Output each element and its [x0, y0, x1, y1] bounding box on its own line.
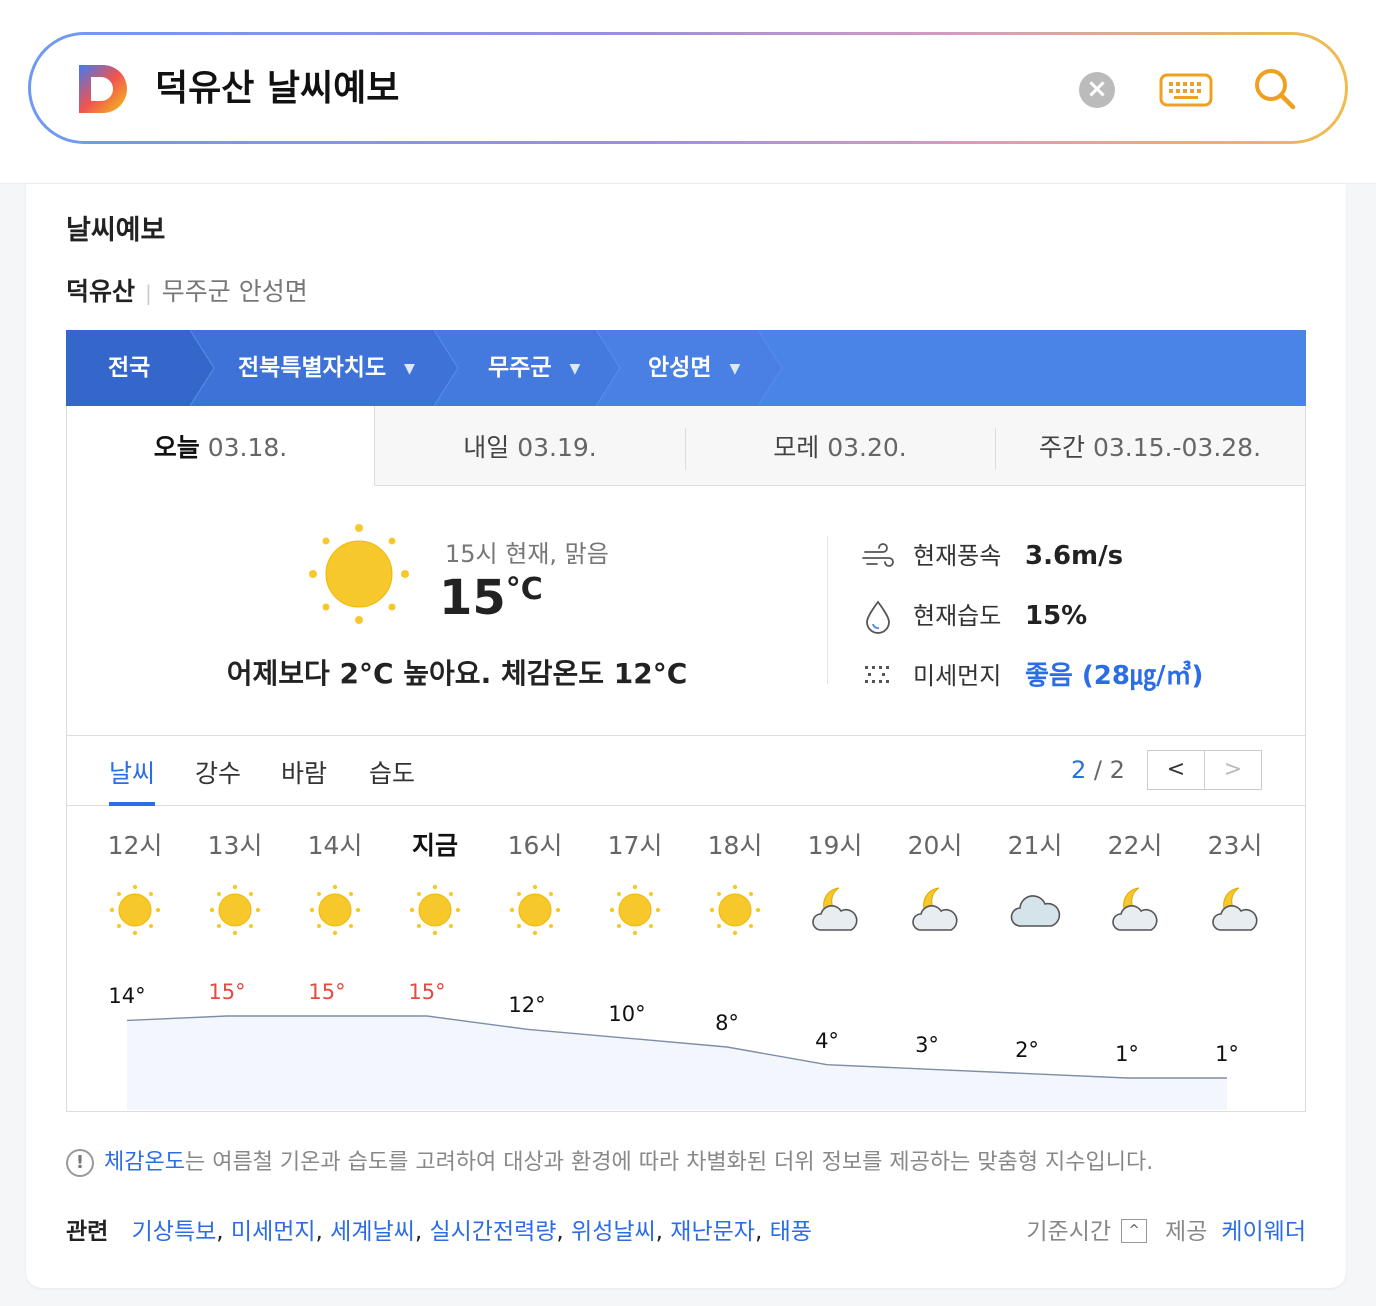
region-nation[interactable]: 전국: [108, 330, 150, 406]
region-town-label: 안성면: [648, 355, 712, 381]
related-link[interactable]: 기상특보: [132, 1219, 217, 1245]
region-county[interactable]: 무주군 ▼: [488, 330, 580, 406]
related-link[interactable]: 실시간전력량: [429, 1219, 556, 1245]
humidity-label: 현재습도: [913, 602, 1002, 630]
search-header: 덕유산 날씨예보 ×: [0, 0, 1376, 184]
related-links: 관련 기상특보, 미세먼지, 세계날씨, 실시간전력량, 위성날씨, 재난문자,…: [66, 1212, 812, 1246]
related-link[interactable]: 미세먼지: [231, 1219, 316, 1245]
search-box: 덕유산 날씨예보 ×: [28, 32, 1348, 144]
region-nation-label: 전국: [108, 355, 151, 381]
location: 덕유산 | 무주군 안성면: [66, 276, 308, 309]
info-note: ! 체감온도는 여름철 기온과 습도를 고려하여 대상과 환경에 따라 차별화된 …: [66, 1144, 1153, 1177]
tab-today-date: 03.18.: [207, 433, 288, 462]
tab-tomorrow-label: 내일: [463, 433, 510, 462]
hourly-forecast: 날씨 강수 바람 습도 2 / 2 < > 12시 13시 14시 지금 16시 17시 1…: [66, 736, 1306, 1112]
temperature-label: 15°: [308, 980, 346, 1004]
tab-today-label: 오늘: [153, 433, 200, 462]
dust-value[interactable]: 좋음 (28㎍/㎥): [1025, 656, 1203, 696]
region-breadcrumb: 전국 전북특별자치도 ▼ 무주군 ▼ 안성면 ▼: [66, 330, 1306, 406]
chevron-down-icon: ▼: [729, 360, 741, 377]
wind-value: 3.6m/s: [1025, 541, 1124, 571]
related-link[interactable]: 위성날씨: [571, 1219, 656, 1245]
chevron-up-icon[interactable]: ^: [1121, 1218, 1148, 1243]
tab-day-after[interactable]: 모레 03.20.: [685, 406, 995, 486]
temperature-label: 1°: [1215, 1042, 1239, 1066]
link-separator: ,: [315, 1219, 331, 1245]
related-link[interactable]: 태풍: [770, 1219, 812, 1245]
temperature-label: 4°: [815, 1028, 839, 1053]
location-separator: |: [145, 281, 152, 305]
region-county-label: 무주군: [488, 355, 552, 381]
current-temp-unit: °C: [505, 572, 543, 607]
link-separator: ,: [556, 1219, 572, 1245]
wind-label: 현재풍속: [913, 542, 1002, 570]
tab-weekly[interactable]: 주간 03.15.-03.28.: [995, 406, 1305, 486]
temperature-label: 15°: [408, 980, 446, 1004]
temperature-label: 1°: [1115, 1042, 1139, 1066]
temperature-label: 14°: [108, 984, 146, 1009]
info-icon: !: [66, 1149, 94, 1177]
link-separator: ,: [754, 1219, 770, 1245]
current-temp: 15°C: [439, 570, 543, 626]
provider-label: 제공: [1165, 1219, 1208, 1245]
link-separator: ,: [414, 1219, 430, 1245]
dust-icon: [865, 666, 889, 683]
basis-time-label: 기준시간: [1026, 1219, 1112, 1245]
link-separator: ,: [655, 1219, 671, 1245]
tab-weekly-label: 주간: [1038, 433, 1085, 462]
clear-icon[interactable]: ×: [1079, 72, 1115, 108]
region-province[interactable]: 전북특별자치도 ▼: [238, 330, 415, 406]
temperature-label: 3°: [915, 1033, 939, 1058]
related-link[interactable]: 재난문자: [670, 1219, 755, 1245]
droplet-icon: [866, 600, 890, 634]
current-temp-value: 15: [439, 570, 506, 626]
wind-icon: [862, 543, 894, 567]
daum-logo-icon[interactable]: [77, 63, 129, 115]
tab-today[interactable]: 오늘 03.18.: [67, 406, 375, 486]
chevron-down-icon: ▼: [404, 360, 415, 377]
divider: [827, 536, 828, 684]
tab-tomorrow-date: 03.19.: [517, 433, 597, 462]
humidity-value: 15%: [1025, 601, 1088, 631]
location-main: 덕유산: [66, 277, 136, 306]
sun-icon: [309, 524, 409, 624]
temperature-label: 10°: [608, 1002, 646, 1027]
region-province-label: 전북특별자치도: [238, 355, 387, 381]
keyboard-icon[interactable]: [1159, 73, 1213, 107]
chevron-down-icon: ▼: [569, 360, 581, 377]
location-sub: 무주군 안성면: [161, 277, 308, 306]
tab-weekly-date: 03.15.-03.28.: [1092, 433, 1262, 462]
current-desc: 15시 현재, 맑음: [445, 540, 609, 568]
related-title: 관련: [66, 1219, 109, 1245]
temperature-area: [127, 1016, 1227, 1110]
dust-label: 미세먼지: [913, 662, 1002, 690]
temperature-label: 12°: [508, 993, 546, 1018]
tab-tomorrow[interactable]: 내일 03.19.: [375, 406, 685, 486]
day-tabs: 오늘 03.18. 내일 03.19. 모레 03.20. 주간 03.15.-03.2…: [66, 406, 1306, 486]
card-title: 날씨예보: [66, 215, 166, 246]
tab-day-after-label: 모레: [773, 433, 820, 462]
related-link[interactable]: 세계날씨: [330, 1219, 415, 1245]
temperature-label: 15°: [208, 980, 246, 1004]
search-icon[interactable]: [1251, 65, 1299, 113]
link-separator: ,: [216, 1219, 231, 1245]
search-query[interactable]: 덕유산 날씨예보: [155, 63, 399, 115]
note-text: 는 여름철 기온과 습도를 고려하여 대상과 환경에 따라 차별화된 더위 정보…: [184, 1150, 1154, 1175]
temperature-label: 8°: [715, 1011, 739, 1035]
weather-card: 날씨예보 덕유산 | 무주군 안성면 전국 전북특별자치도 ▼ 무주군 ▼ 안성면 ▼ 오…: [26, 184, 1346, 1288]
basis-info: 기준시간 ^ 제공 케이웨더: [1026, 1212, 1306, 1246]
current-weather: 15시 현재, 맑음 15°C 어제보다 2°C 높아요. 체감온도 12°C …: [66, 486, 1306, 736]
provider-name[interactable]: 케이웨더: [1221, 1219, 1306, 1245]
feels-like-link[interactable]: 체감온도: [104, 1150, 185, 1175]
current-compare: 어제보다 2°C 높아요. 체감온도 12°C: [226, 657, 688, 690]
temperature-label: 2°: [1015, 1037, 1039, 1062]
region-town[interactable]: 안성면 ▼: [648, 330, 740, 406]
search-box-inner: 덕유산 날씨예보 ×: [31, 35, 1345, 141]
tab-day-after-date: 03.20.: [827, 433, 907, 462]
